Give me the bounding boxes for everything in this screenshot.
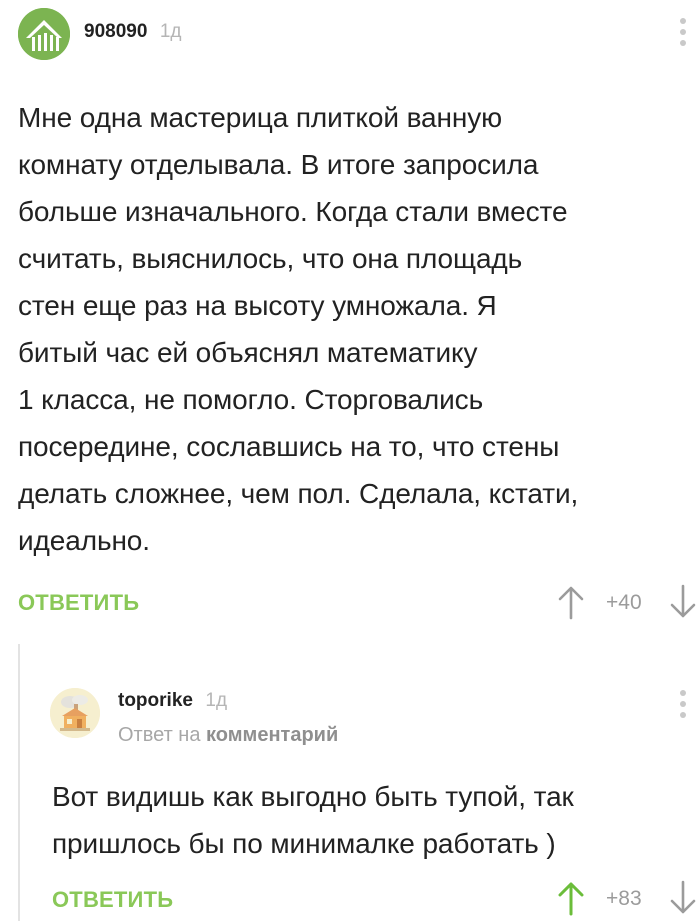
reply-line: пришлось бы по минималке работать ) [52,828,556,859]
comment-line: 1 класса, не помогло. Сторговались [18,384,484,415]
comment-body: Мне одна мастерица плиткой ванную комнат… [18,94,693,564]
comment-line: битый час ей объяснял математику [18,337,478,368]
reply-author-name[interactable]: toporike [118,690,193,711]
comment-line: стен еще раз на высоту умножала. Я [18,290,497,321]
reply-author-avatar[interactable] [50,688,100,738]
comment-line: идеально. [18,525,150,556]
avatar-logo-icon [18,8,70,60]
reply-button[interactable]: ОТВЕТИТЬ [18,590,139,616]
upvote-icon[interactable] [556,584,586,620]
reply-header: toporike 1д [118,690,227,712]
author-name[interactable]: 908090 [84,21,147,42]
upvote-active-icon[interactable] [556,880,586,916]
comment-line: делать сложнее, чем пол. Сделала, кстати… [18,478,579,509]
author-avatar[interactable] [18,8,70,60]
reply-more-icon[interactable] [680,690,688,723]
reply-rating: +83 [606,887,642,910]
more-icon[interactable] [680,18,688,51]
comment-rating: +40 [606,591,642,614]
reply-to: Ответ на комментарий [118,724,338,747]
reply-time: 1д [205,690,228,711]
comment-line: посередине, сославшись на то, что стены [18,431,560,462]
comment-line: Мне одна мастерица плиткой ванную [18,102,503,133]
thread-line[interactable] [18,644,20,921]
comment-header: 908090 1д [84,21,182,43]
avatar-house-icon [50,688,100,738]
comment-line: комнату отделывала. В итоге запросила [18,149,539,180]
comment-line: считать, выяснилось, что она площадь [18,243,523,274]
reply-downvote-icon[interactable] [668,880,698,916]
comment-line: больше изначального. Когда стали вместе [18,196,568,227]
reply-line: Вот видишь как выгодно быть тупой, так [52,781,574,812]
reply-to-prefix: Ответ на [118,724,201,746]
comment-time: 1д [159,21,182,42]
reply-body: Вот видишь как выгодно быть тупой, так п… [52,773,692,867]
downvote-icon[interactable] [668,584,698,620]
reply-to-link[interactable]: комментарий [206,724,338,746]
reply-reply-button[interactable]: ОТВЕТИТЬ [52,887,173,913]
